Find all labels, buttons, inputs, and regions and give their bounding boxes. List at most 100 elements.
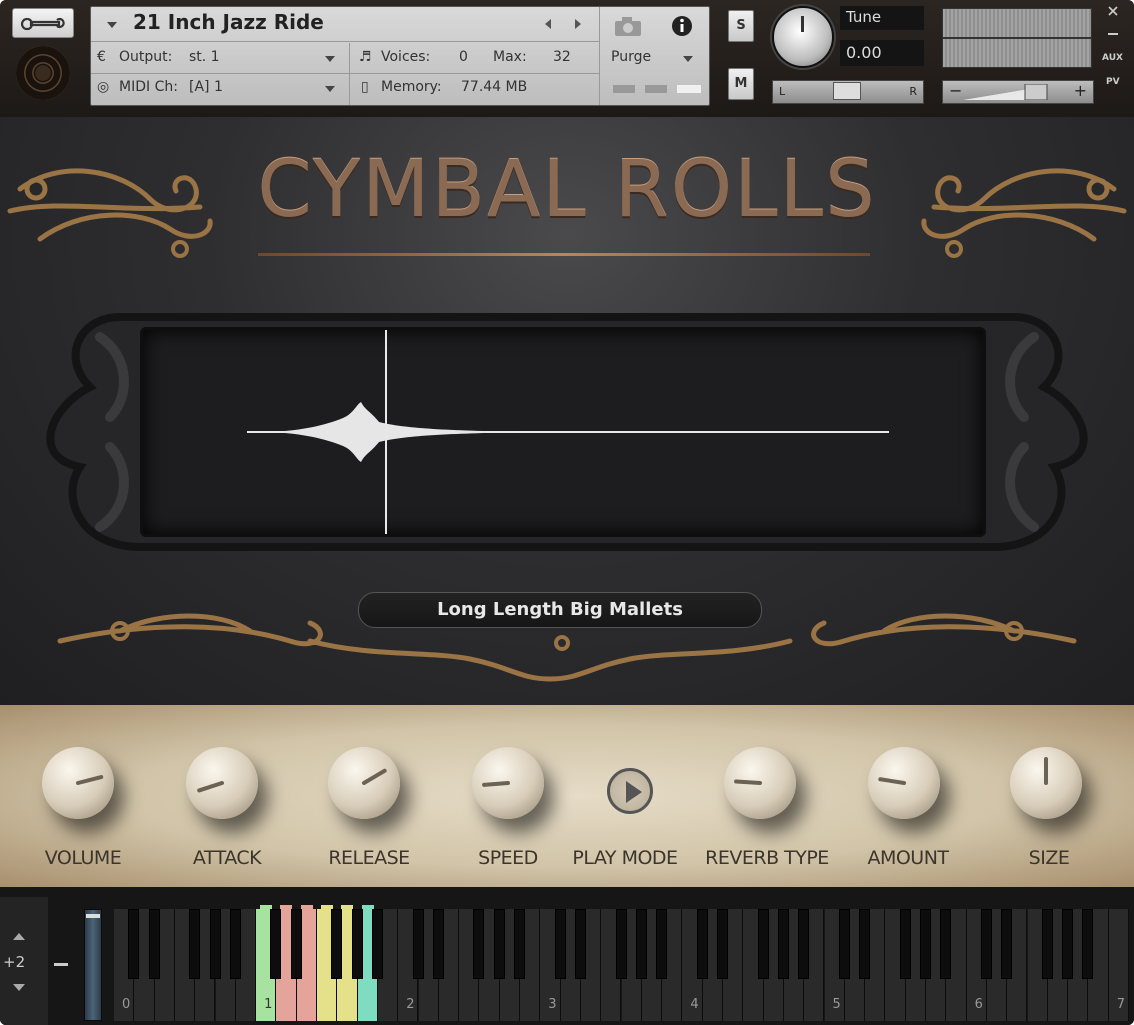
black-key[interactable]: [189, 909, 201, 979]
black-key[interactable]: [615, 909, 627, 979]
black-key[interactable]: [554, 909, 566, 979]
tune-value[interactable]: 0.00: [840, 40, 924, 66]
octave-label: 3: [548, 997, 557, 1012]
close-icon[interactable]: [1106, 4, 1120, 18]
purge-meter-segment: [645, 85, 667, 93]
black-key[interactable]: [920, 909, 931, 979]
output-value[interactable]: st. 1: [189, 49, 220, 65]
next-instrument-icon[interactable]: [571, 17, 585, 31]
reverb-type-knob[interactable]: [724, 747, 796, 819]
settings-wrench-button[interactable]: [12, 8, 74, 38]
pv-label[interactable]: PV: [1106, 77, 1120, 87]
black-key[interactable]: [331, 909, 343, 979]
volume-knob[interactable]: [42, 747, 114, 819]
waveform-display[interactable]: [140, 327, 986, 537]
black-key[interactable]: [798, 909, 810, 979]
black-key[interactable]: [838, 909, 850, 979]
purge-meter-segment: [677, 85, 701, 93]
black-key[interactable]: [412, 909, 424, 979]
black-key[interactable]: [290, 909, 302, 979]
prev-instrument-icon[interactable]: [541, 17, 555, 31]
modulation-wheel[interactable]: [84, 909, 102, 1021]
output-meter-right: [942, 38, 1092, 68]
mute-button[interactable]: M: [728, 68, 754, 100]
black-key[interactable]: [229, 909, 241, 979]
memory-value: 77.44 MB: [461, 79, 528, 95]
output-meter-left: [942, 8, 1092, 38]
instrument-menu-arrow-icon[interactable]: [107, 22, 117, 28]
black-key[interactable]: [696, 909, 708, 979]
camera-icon[interactable]: [613, 15, 643, 37]
attack-knob[interactable]: [186, 747, 258, 819]
black-key[interactable]: [270, 909, 282, 979]
output-dropdown-icon[interactable]: [325, 56, 335, 62]
midi-channel-dropdown-icon[interactable]: [325, 86, 335, 92]
pitch-bend-indicator[interactable]: [54, 963, 68, 966]
black-key[interactable]: [1062, 909, 1074, 979]
black-key[interactable]: [757, 909, 769, 979]
pan-handle[interactable]: [833, 82, 861, 100]
key-range-marker: [341, 905, 354, 909]
black-key[interactable]: [635, 909, 647, 979]
black-key[interactable]: [940, 909, 952, 979]
ornament-scroll-left: [7, 168, 213, 258]
black-key[interactable]: [1082, 909, 1094, 979]
black-key[interactable]: [1001, 909, 1013, 979]
black-key[interactable]: [980, 909, 992, 979]
black-key[interactable]: [351, 909, 363, 979]
octave-label: 5: [832, 997, 841, 1012]
octave-up-icon[interactable]: [12, 931, 26, 941]
key-range-marker: [260, 905, 273, 909]
black-key[interactable]: [514, 909, 525, 979]
black-key[interactable]: [432, 909, 444, 979]
black-key[interactable]: [128, 909, 140, 979]
octave-label: 4: [690, 997, 699, 1012]
black-key[interactable]: [777, 909, 789, 979]
black-key[interactable]: [656, 909, 668, 979]
amount-knob[interactable]: [868, 747, 940, 819]
octave-down-icon[interactable]: [12, 983, 26, 993]
mod-wheel-handle[interactable]: [86, 914, 100, 918]
tune-knob[interactable]: [772, 6, 834, 68]
pan-slider[interactable]: L R: [772, 80, 924, 104]
black-key[interactable]: [574, 909, 586, 979]
size-label: SIZE: [1028, 847, 1070, 869]
black-key[interactable]: [209, 909, 221, 979]
volume-slider[interactable]: − +: [942, 80, 1094, 104]
control-panel: VOLUME ATTACK RELEASE SPEED PLAY MODE RE…: [0, 705, 1134, 887]
octave-label: 0: [122, 997, 131, 1012]
speed-knob[interactable]: [472, 747, 544, 819]
minimize-icon[interactable]: [1108, 33, 1118, 35]
wrench-icon: [20, 17, 65, 31]
black-key[interactable]: [371, 909, 383, 979]
black-key[interactable]: [473, 909, 485, 979]
piano-keyboard[interactable]: 0 1 2 3 4 5 6 7: [114, 905, 1130, 1021]
volume-minus-label: −: [949, 81, 963, 100]
instrument-header: 21 Inch Jazz Ride € Output: st. 1 ♬ Voic…: [0, 0, 1134, 117]
purge-dropdown-icon[interactable]: [683, 56, 693, 62]
play-mode-button[interactable]: [607, 768, 653, 814]
black-key[interactable]: [493, 909, 505, 979]
black-key[interactable]: [148, 909, 160, 979]
volume-ramp: [963, 84, 1048, 100]
max-voices-value[interactable]: 32: [553, 49, 571, 65]
black-key[interactable]: [859, 909, 871, 979]
ornament-bottom: [57, 613, 1077, 682]
purge-button[interactable]: Purge: [611, 49, 651, 65]
instrument-name[interactable]: 21 Inch Jazz Ride: [133, 10, 324, 34]
attack-label: ATTACK: [192, 847, 262, 869]
voices-value: 0: [459, 49, 468, 65]
keyboard-area: +2 0 1 2 3 4 5 6 7: [0, 887, 1134, 1025]
midi-channel-value[interactable]: [A] 1: [189, 79, 223, 95]
solo-button[interactable]: S: [728, 10, 754, 42]
black-key[interactable]: [717, 909, 728, 979]
black-key[interactable]: [1041, 909, 1053, 979]
black-key[interactable]: [899, 909, 911, 979]
pan-left-label: L: [779, 85, 786, 98]
size-knob[interactable]: [1010, 747, 1082, 819]
info-icon[interactable]: [671, 15, 693, 37]
release-knob[interactable]: [328, 747, 400, 819]
octave-label: 2: [406, 997, 415, 1012]
aux-label[interactable]: AUX: [1102, 53, 1123, 63]
volume-plus-label: +: [1073, 81, 1087, 100]
